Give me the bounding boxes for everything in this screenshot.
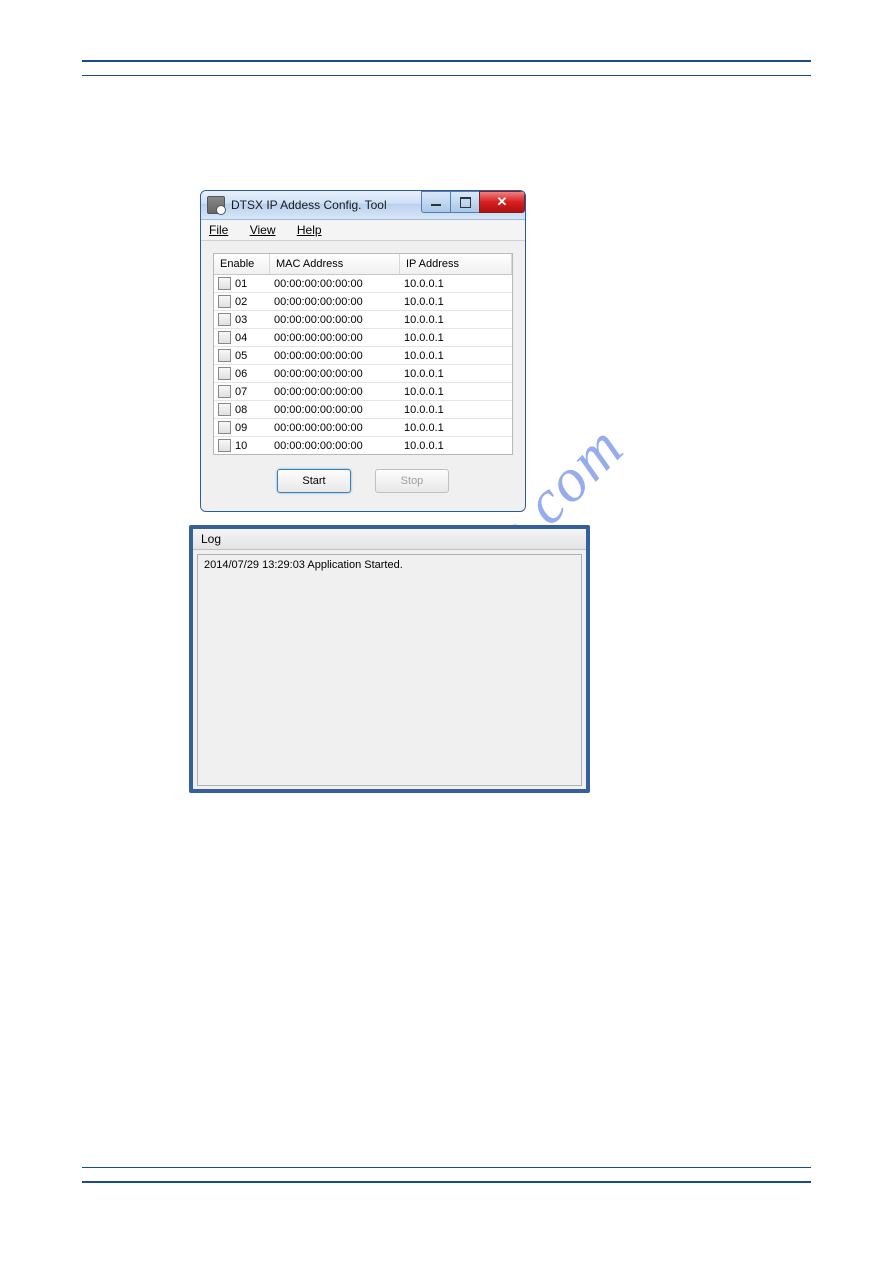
- cell-enable: 03: [214, 313, 270, 326]
- cell-mac[interactable]: 00:00:00:00:00:00: [270, 278, 400, 290]
- enable-checkbox[interactable]: [218, 295, 231, 308]
- enable-checkbox[interactable]: [218, 439, 231, 452]
- row-number: 05: [235, 350, 247, 362]
- col-mac[interactable]: MAC Address: [270, 254, 400, 274]
- window-controls: ✕: [422, 191, 525, 211]
- cell-ip[interactable]: 10.0.0.1: [400, 404, 512, 416]
- cell-mac[interactable]: 00:00:00:00:00:00: [270, 314, 400, 326]
- row-number: 07: [235, 386, 247, 398]
- stop-button: Stop: [375, 469, 449, 493]
- table-row[interactable]: 01 00:00:00:00:00:0010.0.0.1: [214, 275, 512, 293]
- log-title: Log: [193, 529, 586, 550]
- enable-checkbox[interactable]: [218, 385, 231, 398]
- row-number: 03: [235, 314, 247, 326]
- cell-ip[interactable]: 10.0.0.1: [400, 314, 512, 326]
- log-body: 2014/07/29 13:29:03 Application Started.: [197, 554, 582, 786]
- main-app-window: DTSX IP Addess Config. Tool ✕ File View …: [200, 190, 526, 512]
- client-area: Enable MAC Address IP Address 01 00:00:00…: [201, 241, 525, 511]
- cell-enable: 05: [214, 349, 270, 362]
- row-number: 08: [235, 404, 247, 416]
- cell-enable: 06: [214, 367, 270, 380]
- app-icon: [207, 196, 225, 214]
- cell-mac[interactable]: 00:00:00:00:00:00: [270, 296, 400, 308]
- row-number: 01: [235, 278, 247, 290]
- table-row[interactable]: 08 00:00:00:00:00:0010.0.0.1: [214, 401, 512, 419]
- page-top-rule-thin: [82, 75, 811, 76]
- table-row[interactable]: 05 00:00:00:00:00:0010.0.0.1: [214, 347, 512, 365]
- cell-mac[interactable]: 00:00:00:00:00:00: [270, 386, 400, 398]
- window-title: DTSX IP Addess Config. Tool: [231, 198, 387, 212]
- cell-ip[interactable]: 10.0.0.1: [400, 440, 512, 452]
- close-button[interactable]: ✕: [479, 191, 525, 213]
- table-header: Enable MAC Address IP Address: [214, 254, 512, 275]
- row-number: 10: [235, 440, 247, 452]
- table-row[interactable]: 03 00:00:00:00:00:0010.0.0.1: [214, 311, 512, 329]
- cell-enable: 10: [214, 439, 270, 452]
- cell-enable: 07: [214, 385, 270, 398]
- cell-enable: 04: [214, 331, 270, 344]
- maximize-icon: [460, 197, 471, 208]
- cell-ip[interactable]: 10.0.0.1: [400, 332, 512, 344]
- address-table: Enable MAC Address IP Address 01 00:00:00…: [213, 253, 513, 455]
- page-bottom-rule-thick: [82, 1181, 811, 1183]
- cell-mac[interactable]: 00:00:00:00:00:00: [270, 368, 400, 380]
- col-enable[interactable]: Enable: [214, 254, 270, 274]
- cell-ip[interactable]: 10.0.0.1: [400, 296, 512, 308]
- table-row[interactable]: 09 00:00:00:00:00:0010.0.0.1: [214, 419, 512, 437]
- cell-mac[interactable]: 00:00:00:00:00:00: [270, 332, 400, 344]
- cell-mac[interactable]: 00:00:00:00:00:00: [270, 440, 400, 452]
- row-number: 06: [235, 368, 247, 380]
- enable-checkbox[interactable]: [218, 421, 231, 434]
- table-row[interactable]: 04 00:00:00:00:00:0010.0.0.1: [214, 329, 512, 347]
- log-window: Log 2014/07/29 13:29:03 Application Star…: [189, 525, 590, 793]
- cell-ip[interactable]: 10.0.0.1: [400, 422, 512, 434]
- row-number: 09: [235, 422, 247, 434]
- table-row[interactable]: 07 00:00:00:00:00:0010.0.0.1: [214, 383, 512, 401]
- close-icon: ✕: [497, 194, 508, 210]
- button-row: Start Stop: [213, 455, 513, 499]
- cell-mac[interactable]: 00:00:00:00:00:00: [270, 404, 400, 416]
- menu-help[interactable]: Help: [297, 223, 322, 237]
- col-ip[interactable]: IP Address: [400, 254, 512, 274]
- table-row[interactable]: 10 00:00:00:00:00:0010.0.0.1: [214, 437, 512, 454]
- menu-view[interactable]: View: [250, 223, 276, 237]
- menu-file[interactable]: File: [209, 223, 228, 237]
- cell-enable: 01: [214, 277, 270, 290]
- cell-ip[interactable]: 10.0.0.1: [400, 386, 512, 398]
- cell-ip[interactable]: 10.0.0.1: [400, 278, 512, 290]
- cell-enable: 02: [214, 295, 270, 308]
- page-top-rule-thick: [82, 60, 811, 62]
- enable-checkbox[interactable]: [218, 367, 231, 380]
- enable-checkbox[interactable]: [218, 349, 231, 362]
- enable-checkbox[interactable]: [218, 331, 231, 344]
- enable-checkbox[interactable]: [218, 403, 231, 416]
- enable-checkbox[interactable]: [218, 277, 231, 290]
- minimize-icon: [431, 204, 441, 206]
- cell-mac[interactable]: 00:00:00:00:00:00: [270, 350, 400, 362]
- log-entry: 2014/07/29 13:29:03 Application Started.: [204, 559, 575, 571]
- row-number: 04: [235, 332, 247, 344]
- page-bottom-rule-thin: [82, 1167, 811, 1168]
- cell-ip[interactable]: 10.0.0.1: [400, 350, 512, 362]
- row-number: 02: [235, 296, 247, 308]
- cell-enable: 09: [214, 421, 270, 434]
- table-row[interactable]: 06 00:00:00:00:00:0010.0.0.1: [214, 365, 512, 383]
- maximize-button[interactable]: [450, 191, 480, 213]
- table-row[interactable]: 02 00:00:00:00:00:0010.0.0.1: [214, 293, 512, 311]
- enable-checkbox[interactable]: [218, 313, 231, 326]
- cell-ip[interactable]: 10.0.0.1: [400, 368, 512, 380]
- start-button[interactable]: Start: [277, 469, 351, 493]
- cell-enable: 08: [214, 403, 270, 416]
- minimize-button[interactable]: [421, 191, 451, 213]
- menubar: File View Help: [201, 220, 525, 241]
- titlebar[interactable]: DTSX IP Addess Config. Tool ✕: [201, 191, 525, 220]
- cell-mac[interactable]: 00:00:00:00:00:00: [270, 422, 400, 434]
